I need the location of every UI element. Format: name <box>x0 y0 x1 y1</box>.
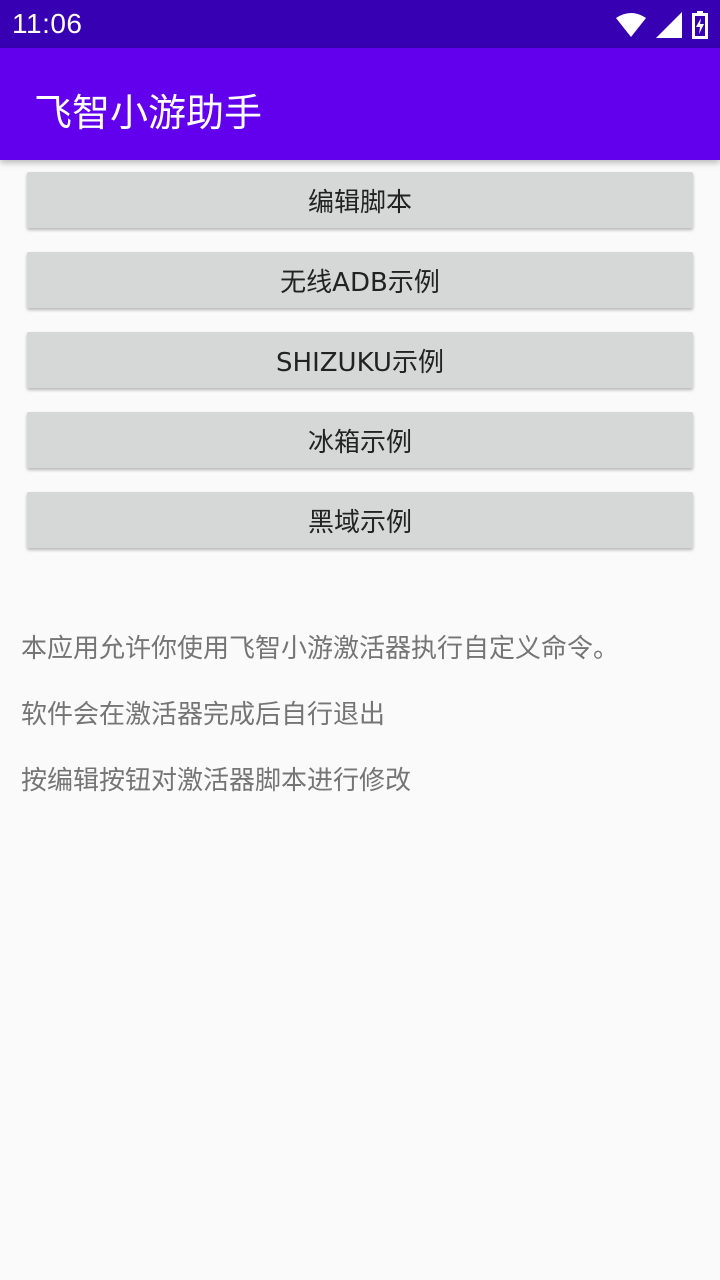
battery-icon <box>692 11 708 39</box>
status-time: 11:06 <box>12 8 83 39</box>
status-bar: 11:06 <box>0 0 720 48</box>
app-bar: 飞智小游助手 <box>0 48 720 160</box>
info-text-line: 按编辑按钮对激活器脚本进行修改 <box>21 766 412 796</box>
info-text-line: 软件会在激活器完成后自行退出 <box>21 700 386 730</box>
status-icons <box>616 10 708 40</box>
wireless-adb-example-button[interactable]: 无线ADB示例 <box>27 252 693 308</box>
brevent-example-button[interactable]: 黑域示例 <box>27 492 693 548</box>
wifi-icon <box>616 13 646 37</box>
signal-icon <box>656 12 682 38</box>
shizuku-example-button[interactable]: SHIZUKU示例 <box>27 332 693 388</box>
icebox-example-button[interactable]: 冰箱示例 <box>27 412 693 468</box>
edit-script-button[interactable]: 编辑脚本 <box>27 172 693 228</box>
info-text-line: 本应用允许你使用飞智小游激活器执行自定义命令。 <box>21 634 620 664</box>
app-title: 飞智小游助手 <box>34 91 263 135</box>
